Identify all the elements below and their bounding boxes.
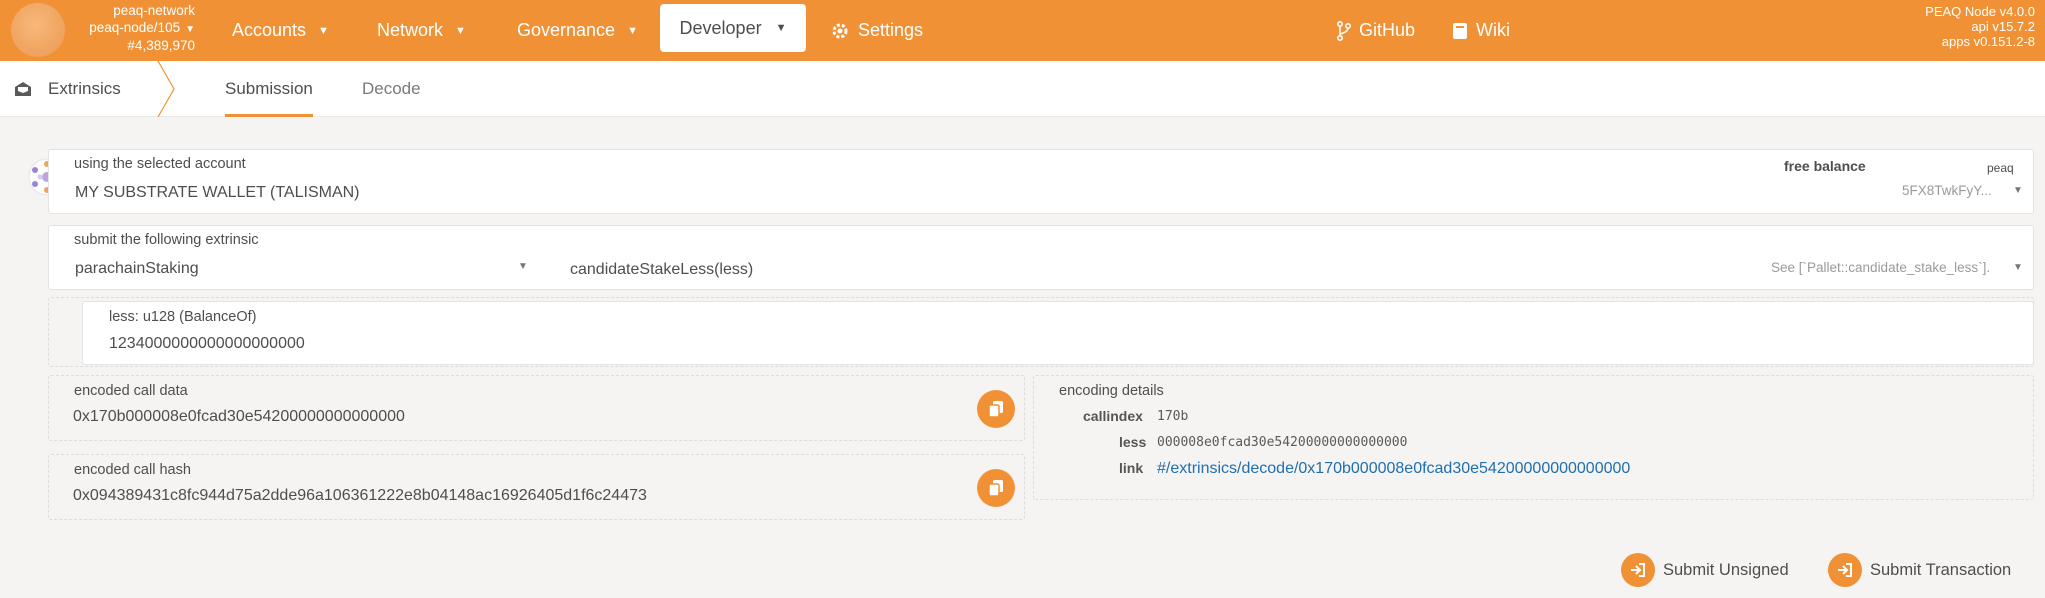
param-less-input[interactable]: less: u128 (BalanceOf) 12340000000000000… [82, 301, 2034, 365]
nav-settings[interactable]: Settings [830, 0, 923, 61]
copy-icon [988, 480, 1003, 497]
pallet-value: parachainStaking [75, 260, 199, 277]
encoded-call-hash: encoded call hash 0x094389431c8fc944d75a… [48, 454, 1025, 520]
chevron-down-icon: ▼ [318, 24, 329, 37]
nav-github-label: GitHub [1359, 20, 1416, 40]
encoded-call-data-label: encoded call data [74, 383, 188, 399]
code-branch-icon [1337, 20, 1351, 41]
extrinsic-label: submit the following extrinsic [74, 232, 259, 248]
copy-icon [988, 401, 1003, 418]
encoded-call-hash-value: 0x094389431c8fc944d75a2dde96a106361222e8… [73, 487, 647, 504]
nav-accounts[interactable]: Accounts ▼ [232, 0, 329, 61]
chevron-down-icon: ▼ [2013, 185, 2023, 196]
param-value: 1234000000000000000000 [109, 335, 305, 352]
node-version: PEAQ Node v4.0.0 [1925, 4, 2035, 19]
book-icon [1453, 22, 1467, 39]
nav-governance-label: Governance [517, 20, 616, 40]
encoded-call-data-value: 0x170b000008e0fcad30e54200000000000000 [73, 408, 405, 425]
callindex-label: callindex [1083, 408, 1143, 424]
param-label: less: u128 (BalanceOf) [109, 309, 257, 325]
encoded-call-hash-label: encoded call hash [74, 462, 191, 478]
sign-in-icon [1621, 553, 1655, 587]
api-version: api v15.7.2 [1971, 19, 2035, 34]
page-title: Extrinsics [14, 61, 121, 117]
chevron-down-icon: ▼ [775, 22, 787, 34]
tab-submission-label: Submission [225, 79, 313, 98]
encoding-details-label: encoding details [1059, 383, 1164, 399]
chevron-down-icon: ▼ [2013, 262, 2023, 273]
less-label: less [1119, 434, 1147, 450]
chevron-down-icon: ▼ [627, 24, 638, 37]
less-value: 000008e0fcad30e54200000000000000 [1157, 435, 1408, 450]
top-bar: peaq-network peaq-node/105 ▼ #4,389,970 A… [0, 0, 2045, 61]
copy-call-data-button[interactable] [977, 390, 1015, 428]
account-selector[interactable]: using the selected account MY SUBSTRATE … [48, 149, 2034, 214]
balance-unit: peaq [1987, 161, 2014, 175]
breadcrumb-separator [157, 61, 175, 117]
sub-navigation: Extrinsics Submission Decode [0, 61, 2045, 117]
block-number: #4,389,970 [127, 38, 195, 53]
tab-decode-label: Decode [362, 79, 421, 98]
call-value: candidateStakeLess(less) [570, 261, 754, 278]
call-dropdown[interactable]: candidateStakeLess(less) See [`Pallet::c… [549, 254, 2029, 286]
sign-in-icon [1828, 553, 1862, 587]
nav-developer-label: Developer [679, 17, 762, 38]
nav-wiki[interactable]: Wiki [1452, 0, 1510, 61]
node-name: peaq-node/105 [89, 19, 181, 35]
nav-network-label: Network [377, 20, 444, 40]
chevron-down-icon: ▼ [455, 24, 466, 37]
apps-version: apps v0.151.2-8 [1941, 34, 2035, 49]
account-address: 5FX8TwkFyY... [1902, 183, 1992, 198]
encoding-details: encoding details callindex 170b less 000… [1033, 375, 2034, 500]
free-balance-label: free balance [1784, 158, 1866, 174]
account-name: MY SUBSTRATE WALLET (TALISMAN) [75, 184, 360, 201]
decode-link[interactable]: #/extrinsics/decode/0x170b000008e0fcad30… [1157, 460, 1630, 478]
submit-unsigned-button[interactable]: Submit Unsigned [1621, 553, 1789, 587]
nav-governance[interactable]: Governance ▼ [517, 0, 638, 61]
tab-submission[interactable]: Submission [211, 61, 327, 117]
encoded-call-data: encoded call data 0x170b000008e0fcad30e5… [48, 375, 1025, 441]
pallet-dropdown[interactable]: parachainStaking ▼ [49, 254, 539, 286]
nav-github[interactable]: GitHub [1337, 0, 1415, 61]
nav-accounts-label: Accounts [232, 20, 307, 40]
call-doc: See [`Pallet::candidate_stake_less`]. [1771, 260, 1991, 275]
version-info: PEAQ Node v4.0.0 api v15.7.2 apps v0.151… [1925, 4, 2035, 49]
submit-unsigned-label: Submit Unsigned [1663, 560, 1789, 579]
nav-wiki-label: Wiki [1476, 20, 1510, 40]
account-label: using the selected account [74, 156, 246, 172]
extrinsic-selector: submit the following extrinsic parachain… [48, 225, 2034, 290]
nav-developer[interactable]: Developer ▼ [660, 4, 806, 52]
chain-selector[interactable]: peaq-network peaq-node/105 ▼ #4,389,970 [80, 3, 195, 55]
chevron-down-icon: ▼ [518, 261, 528, 272]
callindex-value: 170b [1157, 409, 1189, 424]
copy-call-hash-button[interactable] [977, 469, 1015, 507]
envelope-open-icon [15, 82, 31, 96]
nav-network[interactable]: Network ▼ [377, 0, 466, 61]
chain-name: peaq-network [113, 3, 195, 18]
link-label: link [1119, 460, 1144, 476]
chevron-down-icon: ▼ [185, 23, 195, 35]
submit-transaction-button[interactable]: Submit Transaction [1828, 553, 2011, 587]
chain-logo[interactable] [11, 3, 65, 57]
page-title-label: Extrinsics [48, 79, 121, 98]
tab-decode[interactable]: Decode [348, 61, 435, 117]
gear-icon [832, 23, 848, 38]
nav-settings-label: Settings [858, 20, 924, 40]
submit-transaction-label: Submit Transaction [1870, 560, 2012, 579]
